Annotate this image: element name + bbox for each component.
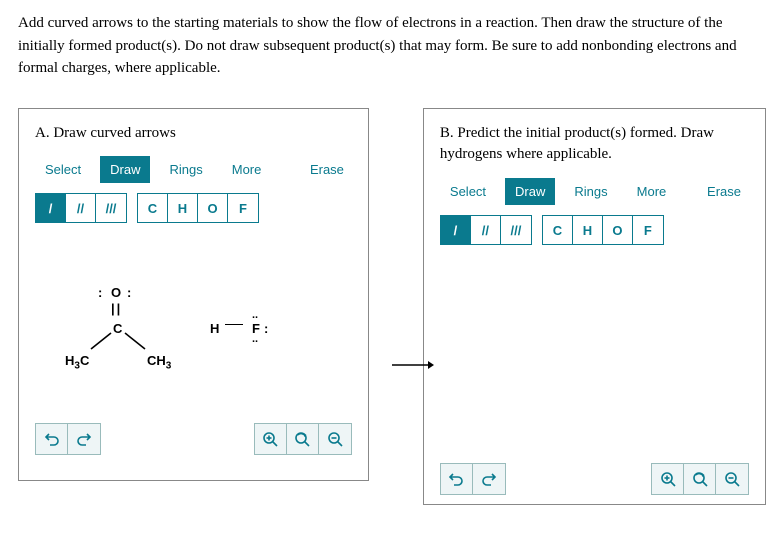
- panel-b: B. Predict the initial product(s) formed…: [423, 108, 766, 505]
- zoom-reset-icon-b[interactable]: [684, 464, 716, 494]
- atom-c[interactable]: C: [138, 194, 168, 222]
- panel-a-toolbar: Select Draw Rings More Erase: [35, 156, 352, 183]
- panel-b-canvas[interactable]: [440, 245, 749, 463]
- zoom-group-b: [651, 463, 749, 495]
- panel-a-bottombar: [35, 423, 352, 455]
- atom-o-b[interactable]: O: [603, 216, 633, 244]
- triple-bond-tool-b[interactable]: ///: [501, 216, 531, 244]
- o-lonepair-left: :: [98, 285, 102, 300]
- tab-rings[interactable]: Rings: [159, 156, 212, 183]
- hf-lonepair-bottom: ..: [252, 333, 258, 345]
- zoom-reset-icon[interactable]: [287, 424, 319, 454]
- redo-icon[interactable]: [68, 424, 100, 454]
- zoom-in-icon[interactable]: [255, 424, 287, 454]
- panel-a-tools: / // /// C H O F: [35, 193, 352, 223]
- atom-h-b[interactable]: H: [573, 216, 603, 244]
- atom-o[interactable]: O: [198, 194, 228, 222]
- single-bond-tool[interactable]: /: [36, 194, 66, 222]
- erase-button[interactable]: Erase: [302, 156, 352, 183]
- zoom-out-icon[interactable]: [319, 424, 351, 454]
- atom-tool-group-b: C H O F: [542, 215, 664, 245]
- panel-b-tools: / // /// C H O F: [440, 215, 749, 245]
- panel-b-toolbar: Select Draw Rings More Erase: [440, 178, 749, 205]
- erase-button-b[interactable]: Erase: [699, 178, 749, 205]
- tab-more[interactable]: More: [222, 156, 272, 183]
- panel-b-bottombar: [440, 463, 749, 495]
- o-lonepair-right: :: [127, 285, 131, 300]
- panel-a-title: A. Draw curved arrows: [35, 123, 352, 145]
- tab-more-b[interactable]: More: [627, 178, 677, 205]
- zoom-group: [254, 423, 352, 455]
- left-ch3: H3C: [65, 353, 89, 372]
- c-o-double-bond: ||: [111, 301, 122, 316]
- instructions-text: Add curved arrows to the starting materi…: [18, 12, 766, 80]
- tab-draw-b[interactable]: Draw: [505, 178, 555, 205]
- bond-tool-group: / // ///: [35, 193, 127, 223]
- triple-bond-tool[interactable]: ///: [96, 194, 126, 222]
- panel-a-canvas[interactable]: : O : || C H3C CH3 H F .. : ..: [35, 223, 352, 423]
- reaction-arrow: [392, 352, 434, 378]
- right-ch3: CH3: [147, 353, 171, 372]
- hf-h: H: [210, 321, 219, 336]
- hf-bond: [225, 324, 243, 326]
- single-bond-tool-b[interactable]: /: [441, 216, 471, 244]
- atom-f[interactable]: F: [228, 194, 258, 222]
- tab-select-b[interactable]: Select: [440, 178, 496, 205]
- o-atom: O: [111, 285, 121, 300]
- undo-redo-group-b: [440, 463, 506, 495]
- undo-icon-b[interactable]: [441, 464, 473, 494]
- panel-a: A. Draw curved arrows Select Draw Rings …: [18, 108, 369, 481]
- bond-tool-group-b: / // ///: [440, 215, 532, 245]
- hf-lonepair-top: ..: [252, 309, 258, 321]
- atom-tool-group: C H O F: [137, 193, 259, 223]
- tab-rings-b[interactable]: Rings: [564, 178, 617, 205]
- zoom-in-icon-b[interactable]: [652, 464, 684, 494]
- panel-b-title: B. Predict the initial product(s) formed…: [440, 123, 749, 167]
- undo-redo-group: [35, 423, 101, 455]
- undo-icon[interactable]: [36, 424, 68, 454]
- tab-select[interactable]: Select: [35, 156, 91, 183]
- redo-icon-b[interactable]: [473, 464, 505, 494]
- atom-h[interactable]: H: [168, 194, 198, 222]
- hf-lonepair-right: :: [264, 321, 268, 336]
- double-bond-tool-b[interactable]: //: [471, 216, 501, 244]
- atom-f-b[interactable]: F: [633, 216, 663, 244]
- double-bond-tool[interactable]: //: [66, 194, 96, 222]
- tab-draw[interactable]: Draw: [100, 156, 150, 183]
- zoom-out-icon-b[interactable]: [716, 464, 748, 494]
- atom-c-b[interactable]: C: [543, 216, 573, 244]
